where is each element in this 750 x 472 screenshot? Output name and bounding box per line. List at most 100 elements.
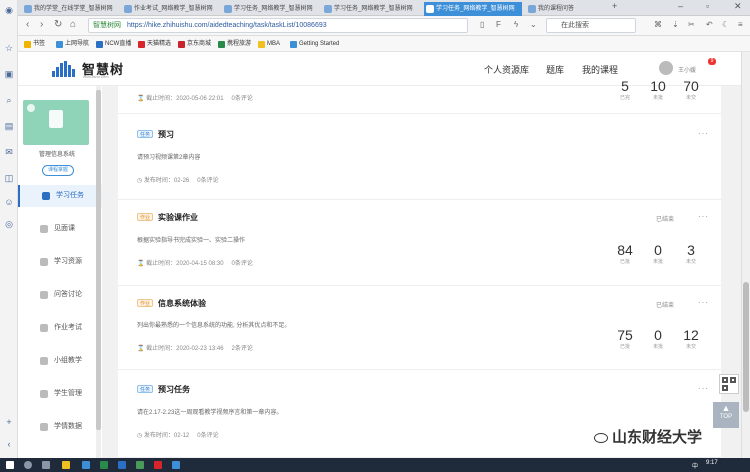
wechat-app-icon[interactable] [100, 461, 108, 469]
notes-icon[interactable]: ▤ [3, 120, 15, 132]
bookmark-item[interactable]: 书签 [24, 39, 45, 49]
task-card[interactable]: ⌛ 截止时间：2020-05-06 22:01 0条评论 5 已完 10 未批 70 未… [118, 78, 721, 114]
menu-item-homework[interactable]: 作业考试 [18, 317, 102, 339]
more-icon[interactable]: ··· [698, 298, 709, 307]
bookmark-item[interactable]: Getting Started [290, 39, 339, 49]
clock[interactable]: 9:17 [706, 460, 718, 466]
task-card[interactable]: 作业 信息系统体验 已结束 ··· 列出你最熟悉的一个信息系统的功能, 分析其优… [118, 286, 721, 370]
browser-tab[interactable]: 我的学堂_在线学堂_智慧树网 [22, 2, 120, 16]
close-icon[interactable]: ✕ [734, 1, 742, 12]
browser-tab[interactable]: 学习任务_网络教学_智慧树网 [222, 2, 320, 16]
comment-count[interactable]: 0条评论 [197, 433, 218, 439]
stat-unsubmitted[interactable]: 12 未交 [678, 327, 704, 350]
menu-item-learning-tasks[interactable]: 学习任务 [18, 185, 102, 207]
nav-resource-library[interactable]: 个人资源库 [484, 63, 529, 76]
game-icon[interactable]: ◎ [3, 218, 15, 230]
stat-graded[interactable]: 75 已批 [612, 327, 638, 350]
mail-icon[interactable]: ✉ [3, 146, 15, 158]
ime-indicator[interactable]: 中 [692, 461, 698, 470]
page-icon[interactable]: ▯ [480, 19, 484, 31]
task-title[interactable]: 实验课作业 [158, 212, 198, 223]
page-scrollbar[interactable] [741, 52, 750, 458]
browser-tab[interactable]: 我的课程问答 [526, 2, 606, 16]
bookmark-item[interactable]: 上网导航 [56, 39, 89, 49]
bookmark-item[interactable]: 携程旅游 [218, 39, 251, 49]
nav-question-bank[interactable]: 题库 [546, 63, 564, 76]
menu-item-students[interactable]: 学生管理 [18, 383, 102, 405]
more-icon[interactable]: ··· [698, 384, 709, 393]
collapse-icon[interactable]: ‹ [3, 438, 15, 450]
user-name[interactable]: 王小媛 [678, 65, 696, 74]
app-icon[interactable] [154, 461, 162, 469]
course-detail-button[interactable]: 课程掌握 [42, 165, 74, 176]
chat-icon[interactable]: ☺ [3, 196, 15, 208]
app-icon[interactable] [136, 461, 144, 469]
menu-item-analytics[interactable]: 学情数据 [18, 416, 102, 438]
new-tab-icon[interactable]: + [612, 1, 617, 11]
stat-graded[interactable]: 84 已批 [612, 242, 638, 265]
browser-tab[interactable]: 作业考试_网络教学_智慧树网 [122, 2, 220, 16]
back-to-top-button[interactable]: ▲ TOP [713, 402, 739, 428]
sidebar-scrollbar[interactable] [96, 86, 101, 458]
task-title[interactable]: 预习任务 [158, 384, 190, 395]
notification-badge[interactable]: 9 [708, 58, 716, 65]
browser-tab-active[interactable]: 学习任务_网络教学_智慧树网 [424, 2, 522, 16]
url-field[interactable]: 智慧树网 https://hike.zhihuishu.com/aidedteac… [88, 18, 468, 33]
start-icon[interactable] [6, 461, 14, 469]
maximize-icon[interactable]: ▫ [706, 1, 709, 11]
stat-unsubmitted[interactable]: 3 未交 [678, 242, 704, 265]
add-icon[interactable]: + [3, 416, 15, 428]
qr-code-icon[interactable] [719, 374, 739, 394]
more-icon[interactable]: ··· [698, 212, 709, 221]
history-icon[interactable]: ▣ [3, 68, 15, 80]
back-icon[interactable]: ‹ [26, 19, 29, 31]
stat-ungraded[interactable]: 0 未批 [645, 242, 671, 265]
bookmark-item[interactable]: 天猫精选 [138, 39, 171, 49]
search-icon[interactable] [24, 461, 32, 469]
app-icon[interactable] [172, 461, 180, 469]
more-icon[interactable]: ··· [698, 129, 709, 138]
page-scroll-thumb[interactable] [743, 282, 749, 412]
task-card[interactable]: 任务 预习 ··· 请预习视频课第2章内容 ◷ 发布时间：02-26 0条评论 [118, 114, 721, 200]
stat-ungraded[interactable]: 0 未批 [645, 327, 671, 350]
avatar[interactable] [659, 61, 673, 75]
app-icon[interactable] [118, 461, 126, 469]
search-box[interactable]: 在此搜索 [546, 18, 636, 33]
browser-icon[interactable] [82, 461, 90, 469]
download-icon[interactable]: ⇣ [672, 19, 679, 31]
browser-logo-icon[interactable]: ◉ [3, 4, 15, 16]
reader-icon[interactable]: F [496, 19, 501, 31]
search-icon[interactable]: ⌕ [3, 94, 15, 106]
minimize-icon[interactable]: – [678, 1, 683, 11]
shopping-icon[interactable]: ◫ [3, 172, 15, 184]
task-title[interactable]: 信息系统体验 [158, 298, 206, 309]
menu-item-discussion[interactable]: 问答讨论 [18, 284, 102, 306]
bookmark-item[interactable]: NCW直播 [96, 39, 131, 49]
reload-icon[interactable]: ↻ [54, 19, 62, 31]
menu-icon[interactable]: ≡ [738, 19, 743, 31]
comment-count[interactable]: 0条评论 [197, 178, 218, 184]
home-icon[interactable]: ⌂ [70, 19, 76, 31]
cut-icon[interactable]: ✂ [688, 19, 695, 31]
forward-icon[interactable]: › [40, 19, 43, 31]
menu-item-resources[interactable]: 学习资源 [18, 251, 102, 273]
lightning-icon[interactable]: ϟ [514, 19, 518, 31]
comment-count[interactable]: 0条评论 [232, 261, 253, 267]
bookmark-item[interactable]: MBA [258, 39, 280, 49]
sidebar-scroll-thumb[interactable] [96, 90, 101, 430]
explorer-icon[interactable] [62, 461, 70, 469]
task-title[interactable]: 预习 [158, 129, 174, 140]
bookmark-item[interactable]: 京东商城 [178, 39, 211, 49]
menu-item-meeting-class[interactable]: 见面课 [18, 218, 102, 240]
task-view-icon[interactable] [42, 461, 50, 469]
extension-icon[interactable]: ⌘ [654, 19, 662, 31]
night-icon[interactable]: ☾ [722, 19, 729, 31]
dropdown-icon[interactable]: ⌄ [530, 19, 537, 31]
favorites-icon[interactable]: ☆ [3, 42, 15, 54]
comment-count[interactable]: 0条评论 [232, 96, 253, 102]
menu-item-group[interactable]: 小组教学 [18, 350, 102, 372]
browser-tab[interactable]: 学习任务_网络教学_智慧树网 [322, 2, 420, 16]
task-card[interactable]: 作业 实验课作业 已结束 ··· 根据实验指导书完成实验一、实验二操作 ⌛ 截止… [118, 200, 721, 286]
course-cover[interactable] [23, 100, 89, 145]
comment-count[interactable]: 2条评论 [232, 346, 253, 352]
